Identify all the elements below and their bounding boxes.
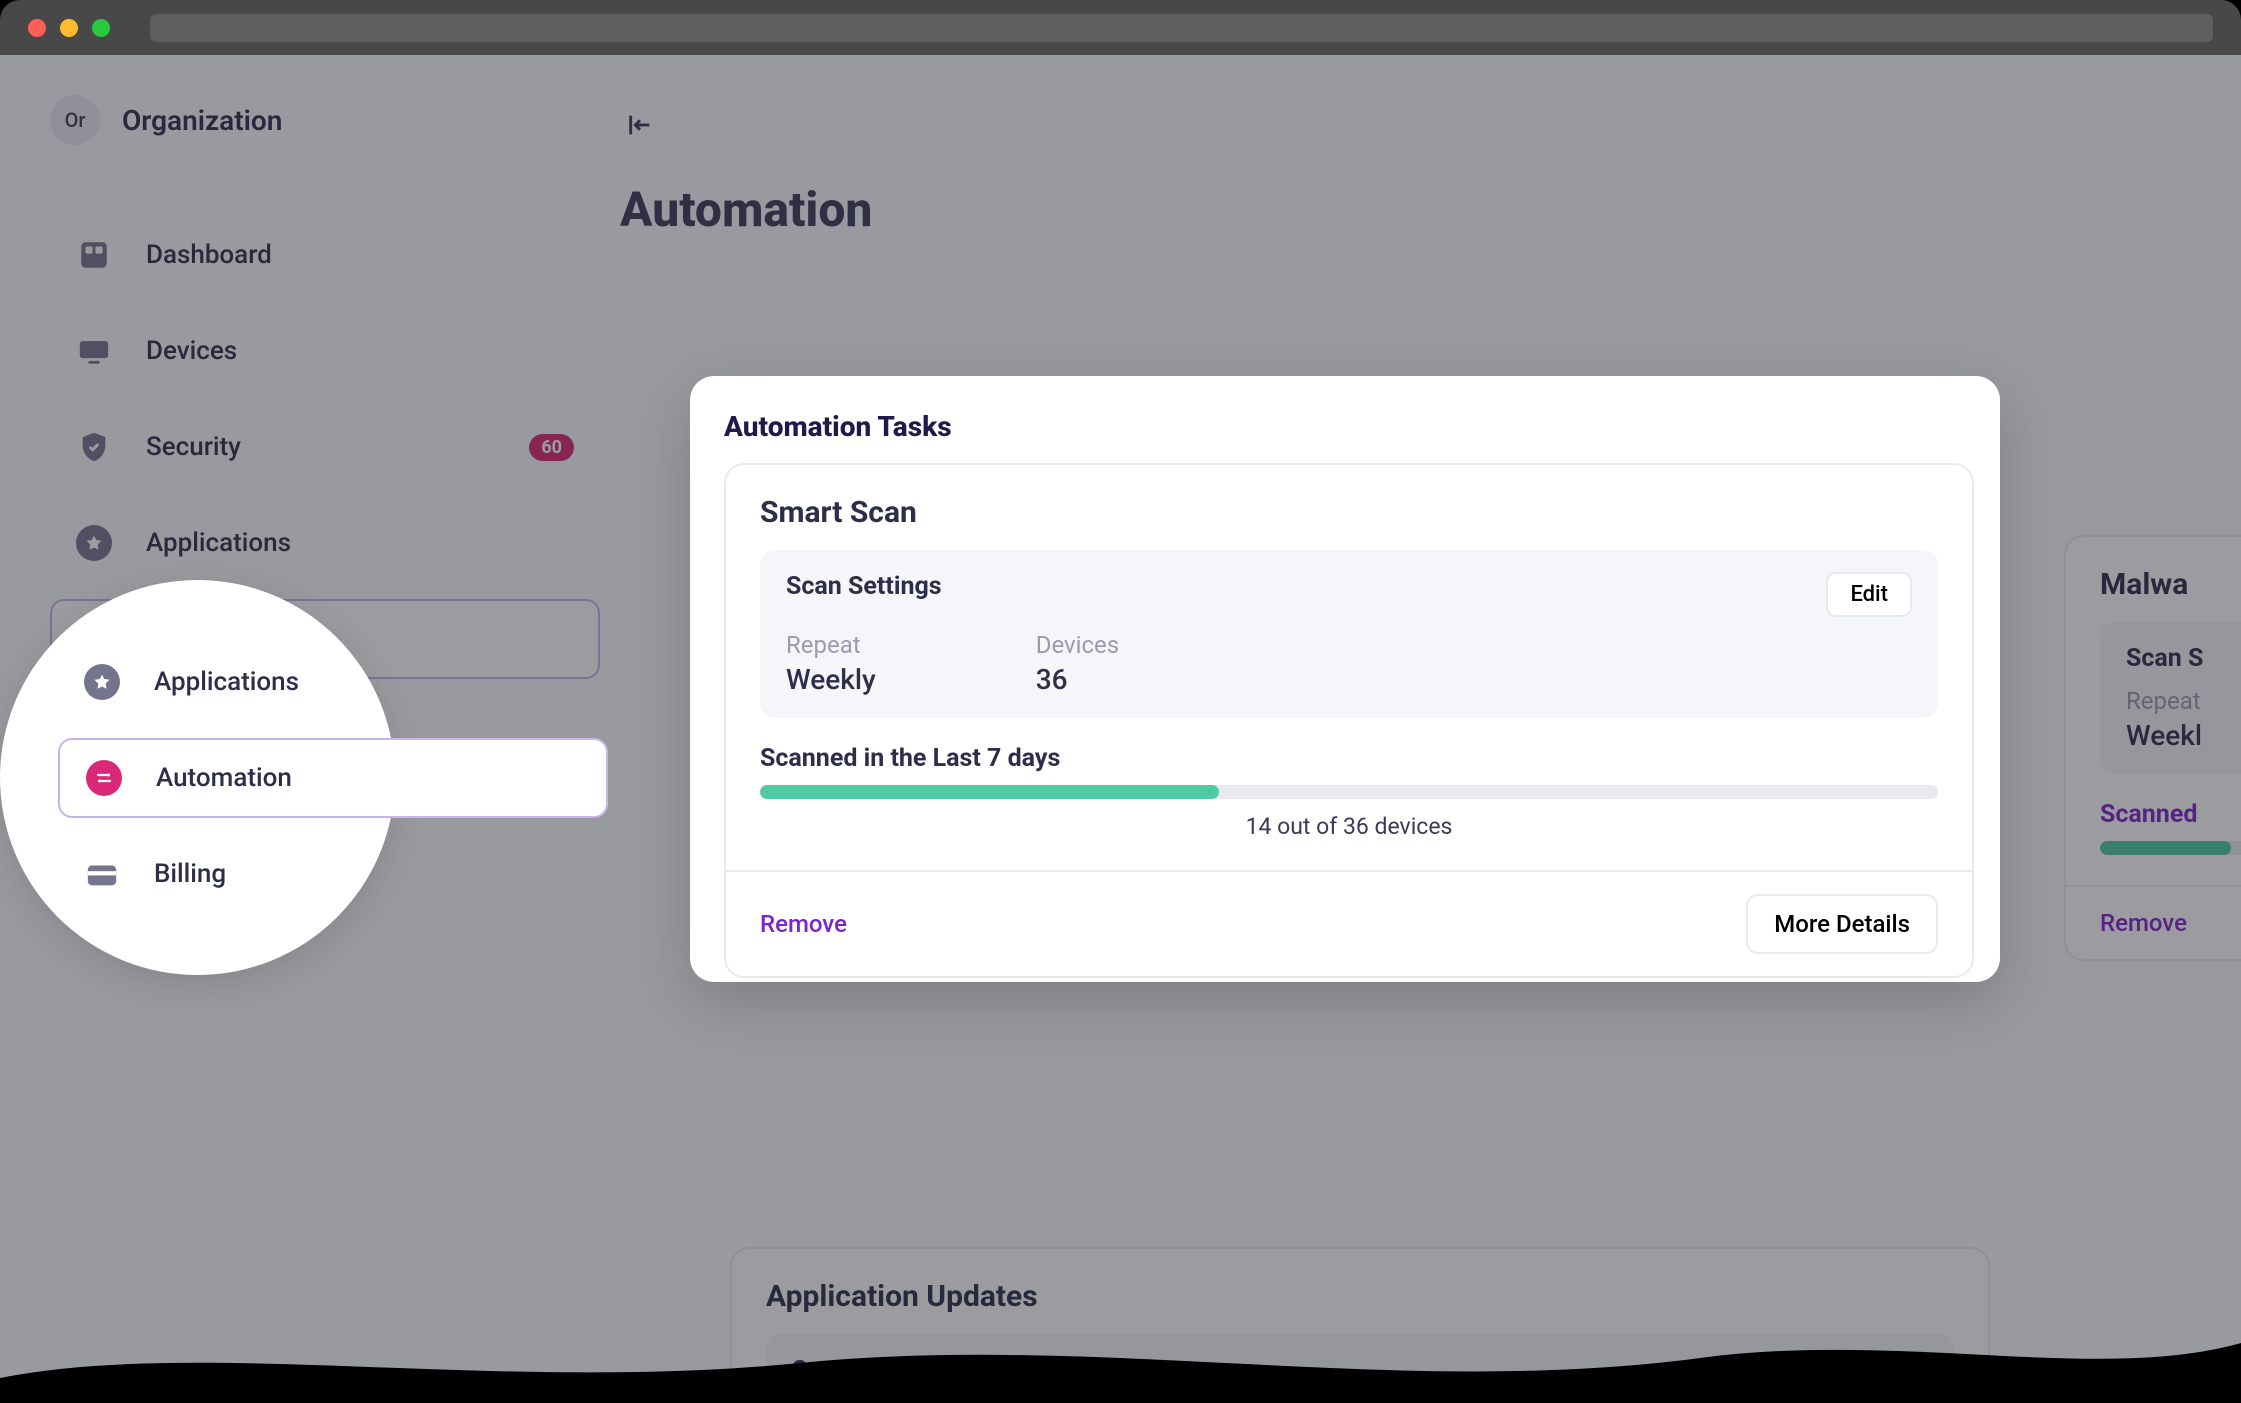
sidebar-item-label: Security: [146, 432, 241, 462]
sidebar-item-devices[interactable]: Devices: [50, 311, 600, 391]
sidebar-item-label: Applications: [154, 667, 299, 697]
dashboard-icon: [76, 237, 112, 273]
card-title: Malwa: [2100, 567, 2241, 602]
repeat-value: Weekly: [786, 663, 876, 696]
sidebar-item-security[interactable]: Security 60: [50, 407, 600, 487]
devices-icon: [76, 333, 112, 369]
maximize-window-icon[interactable]: [92, 19, 110, 37]
more-details-button[interactable]: More Details: [1746, 894, 1938, 954]
sidebar-item-label: Dashboard: [146, 240, 272, 270]
applications-icon: [76, 525, 112, 561]
sidebar-item-label: Automation: [156, 763, 292, 793]
applications-icon: [84, 664, 120, 700]
progress-fill: [760, 785, 1219, 799]
sidebar-item-dashboard[interactable]: Dashboard: [50, 215, 600, 295]
progress-caption: 14 out of 36 devices: [760, 813, 1938, 840]
automation-card-app-updates: Application Updates Scan Settings: [730, 1247, 1990, 1403]
sidebar-item-applications[interactable]: Applications: [50, 503, 600, 583]
close-window-icon[interactable]: [28, 19, 46, 37]
settings-label: Scan Settings: [792, 1356, 948, 1385]
remove-link[interactable]: Remove: [760, 910, 847, 938]
repeat-value: Weekl: [2126, 719, 2202, 752]
edit-button[interactable]: Edit: [1826, 572, 1912, 617]
settings-label: Scan S: [2126, 644, 2203, 673]
settings-label: Scan Settings: [786, 572, 942, 601]
automation-tasks-panel: Automation Tasks Smart Scan Scan Setting…: [690, 376, 2000, 982]
shield-icon: [76, 429, 112, 465]
billing-icon: [84, 856, 120, 892]
organization-avatar: Or: [50, 95, 100, 145]
progress-bar: [2100, 841, 2241, 855]
scanned-label: Scanned: [2100, 800, 2241, 829]
devices-value: 36: [1036, 663, 1119, 696]
section-title: Automation Tasks: [724, 410, 1974, 443]
automation-card-malware: Malwa Scan S Repeat Weekl: [2064, 535, 2241, 961]
security-badge: 60: [529, 434, 574, 461]
window-controls: [28, 19, 110, 37]
remove-link[interactable]: Remove: [2100, 909, 2187, 937]
sidebar-item-billing[interactable]: Billing: [58, 834, 375, 914]
devices-label: Devices: [1036, 631, 1119, 659]
organization-name: Organization: [122, 104, 282, 137]
organization-switcher[interactable]: Or Organization: [50, 95, 600, 145]
sidebar-item-label: Applications: [146, 528, 291, 558]
automation-icon: [86, 760, 122, 796]
collapse-sidebar-button[interactable]: [620, 105, 660, 145]
progress-bar: [760, 785, 1938, 799]
sidebar-item-label: Devices: [146, 336, 237, 366]
automation-card-smart-scan: Smart Scan Scan Settings Edit Repeat Wee…: [724, 463, 1974, 978]
sidebar-item-applications[interactable]: Applications: [58, 642, 375, 722]
scan-settings-box: Scan Settings Edit Repeat Weekly Devices…: [760, 550, 1938, 718]
url-bar[interactable]: [150, 14, 2213, 42]
sidebar-item-automation[interactable]: Automation: [58, 738, 608, 818]
browser-titlebar: [0, 0, 2241, 55]
page-title: Automation: [620, 181, 2241, 238]
sidebar: Or Organization Dashboard Devices: [0, 55, 620, 1403]
minimize-window-icon[interactable]: [60, 19, 78, 37]
card-title: Smart Scan: [760, 495, 1938, 530]
repeat-label: Repeat: [786, 631, 876, 659]
scanned-label: Scanned in the Last 7 days: [760, 744, 1938, 773]
repeat-label: Repeat: [2126, 687, 2202, 715]
card-title: Application Updates: [766, 1279, 1954, 1314]
sidebar-item-label: Billing: [154, 859, 226, 889]
